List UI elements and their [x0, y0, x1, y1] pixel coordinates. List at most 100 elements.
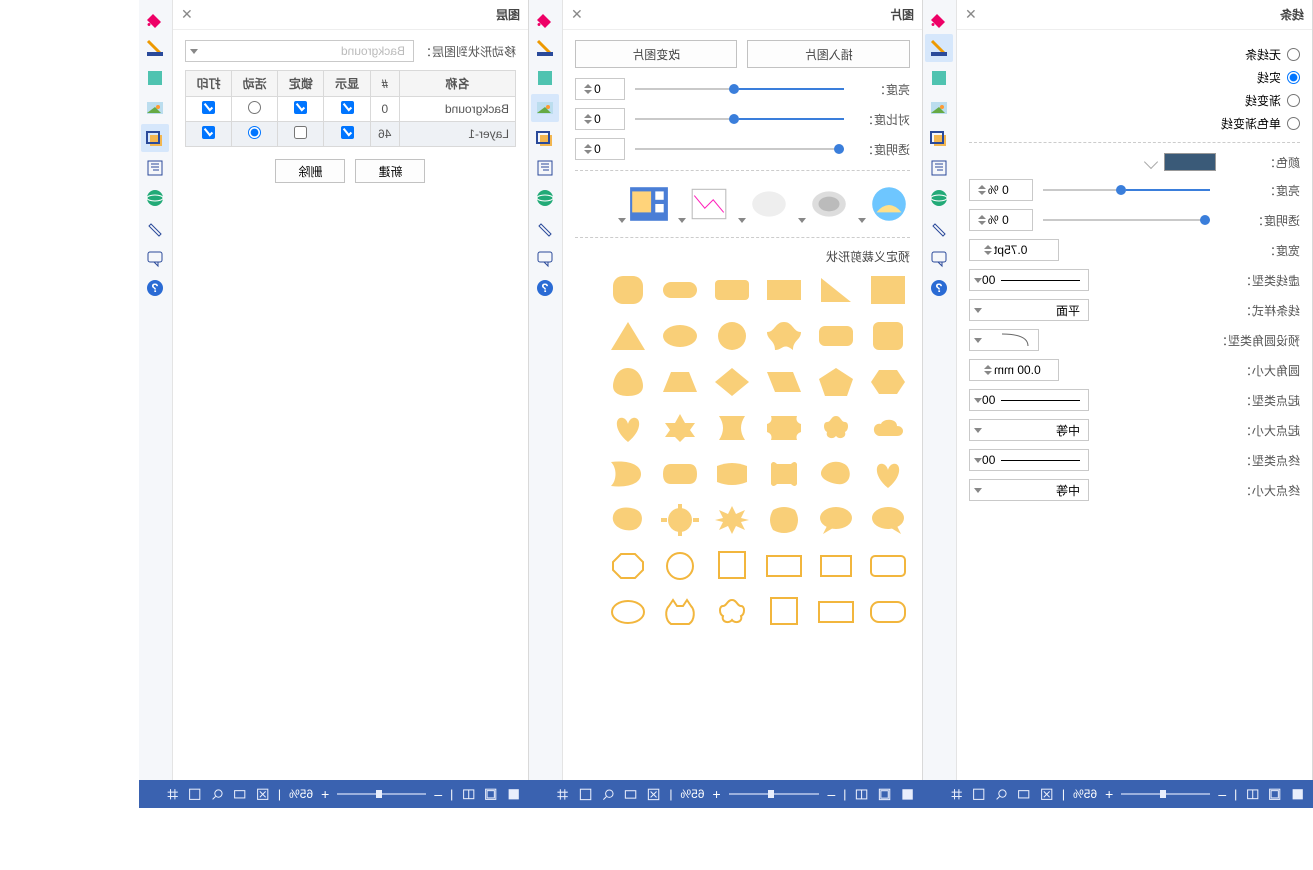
- line-style-combo[interactable]: 平面: [969, 299, 1089, 321]
- fit-width-icon[interactable]: [624, 785, 639, 803]
- grid-icon[interactable]: [949, 785, 964, 803]
- line-width-value[interactable]: [969, 239, 1059, 261]
- shape-label[interactable]: [710, 455, 754, 493]
- line-brightness-value[interactable]: [969, 179, 1033, 201]
- shape-outline-ellipse[interactable]: [606, 593, 650, 631]
- effect-thumb[interactable]: [808, 183, 850, 225]
- shape-quatrefoil[interactable]: [762, 317, 806, 355]
- shape-cloud[interactable]: [866, 409, 910, 447]
- shape-circle[interactable]: [710, 317, 754, 355]
- shape-gear[interactable]: [658, 501, 702, 539]
- effect-thumb[interactable]: [628, 183, 670, 225]
- shape-outline-badge[interactable]: [866, 593, 910, 631]
- shape-outline-flower[interactable]: [710, 593, 754, 631]
- shadow-icon[interactable]: [142, 64, 170, 92]
- line-icon[interactable]: [532, 34, 560, 62]
- plus[interactable]: +: [712, 786, 720, 802]
- shape-plaque[interactable]: [762, 409, 806, 447]
- pencil-icon[interactable]: [926, 214, 954, 242]
- line-color-swatch[interactable]: [1164, 153, 1216, 171]
- view-outline-icon[interactable]: [877, 785, 892, 803]
- layer-print-checkbox[interactable]: [202, 101, 215, 114]
- pencil-icon[interactable]: [142, 214, 170, 242]
- zoom-icon[interactable]: [994, 785, 1009, 803]
- shape-heart2[interactable]: [866, 455, 910, 493]
- layers-icon[interactable]: [532, 124, 560, 152]
- help-icon[interactable]: ?: [926, 274, 954, 302]
- view-reading-icon[interactable]: [1245, 785, 1260, 803]
- fill-icon[interactable]: [532, 4, 560, 32]
- view-reading-icon[interactable]: [461, 785, 476, 803]
- fit-page-icon[interactable]: [255, 785, 270, 803]
- view-reading-icon[interactable]: [854, 785, 869, 803]
- zoom-slider[interactable]: [1121, 793, 1210, 795]
- insert-image-button[interactable]: 插入图片: [748, 40, 911, 68]
- shape-outline-rect2[interactable]: [814, 547, 858, 585]
- fit-page-icon[interactable]: [646, 785, 661, 803]
- layer-show-checkbox[interactable]: [341, 126, 354, 139]
- shadow-icon[interactable]: [532, 64, 560, 92]
- shape-outline-rect[interactable]: [762, 547, 806, 585]
- close-icon[interactable]: ✕: [965, 6, 977, 23]
- layers-move-combo[interactable]: Background: [185, 40, 414, 62]
- shape-outline-sq2[interactable]: [762, 593, 806, 631]
- shape-outline-square[interactable]: [710, 547, 754, 585]
- shape-plaque2[interactable]: [762, 455, 806, 493]
- effect-thumb[interactable]: [868, 183, 910, 225]
- fill-icon[interactable]: [926, 4, 954, 32]
- layer-new-button[interactable]: 新建: [356, 159, 426, 183]
- line-roundsize-value[interactable]: [969, 359, 1059, 381]
- comment-icon[interactable]: [926, 244, 954, 272]
- shape-spool[interactable]: [710, 409, 754, 447]
- globe-icon[interactable]: [142, 184, 170, 212]
- fit-page-icon[interactable]: [1039, 785, 1054, 803]
- chevron-down-icon[interactable]: [1144, 155, 1158, 169]
- change-image-button[interactable]: 改变图片: [575, 40, 738, 68]
- globe-icon[interactable]: [926, 184, 954, 212]
- fill-icon[interactable]: [142, 4, 170, 32]
- image-brightness-value[interactable]: [575, 78, 625, 100]
- shape-pill[interactable]: [658, 271, 702, 309]
- text-icon[interactable]: [142, 154, 170, 182]
- table-row[interactable]: Layer-1 46: [186, 122, 516, 147]
- text-icon[interactable]: [926, 154, 954, 182]
- view-outline-icon[interactable]: [484, 785, 499, 803]
- shape-star6[interactable]: [658, 409, 702, 447]
- line-icon[interactable]: [926, 34, 954, 62]
- effect-thumb[interactable]: [748, 183, 790, 225]
- fullscreen-icon[interactable]: [972, 785, 987, 803]
- shape-roundrect2[interactable]: [814, 317, 858, 355]
- minus[interactable]: –: [828, 786, 836, 802]
- picture-icon[interactable]: [926, 94, 954, 122]
- line-dash-combo[interactable]: 00: [969, 269, 1089, 291]
- view-normal-icon[interactable]: [506, 785, 521, 803]
- shape-trapezoid[interactable]: [658, 363, 702, 401]
- zoom-slider[interactable]: [729, 793, 820, 795]
- layer-lock-checkbox[interactable]: [294, 101, 307, 114]
- resize-grip[interactable]: [931, 780, 941, 808]
- layer-show-checkbox[interactable]: [341, 101, 354, 114]
- comment-icon[interactable]: [532, 244, 560, 272]
- layer-print-checkbox[interactable]: [202, 126, 215, 139]
- shape-outline-octagon[interactable]: [606, 547, 650, 585]
- grid-icon[interactable]: [165, 785, 180, 803]
- shape-drop[interactable]: [606, 455, 650, 493]
- view-normal-icon[interactable]: [1290, 785, 1305, 803]
- shape-diamond[interactable]: [710, 363, 754, 401]
- shape-speech2[interactable]: [814, 501, 858, 539]
- picture-icon[interactable]: [142, 94, 170, 122]
- line-transparency-slider[interactable]: [1037, 219, 1216, 221]
- fit-width-icon[interactable]: [1017, 785, 1032, 803]
- help-icon[interactable]: ?: [532, 274, 560, 302]
- shape-heart[interactable]: [606, 409, 650, 447]
- shape-triangle-r[interactable]: [814, 271, 858, 309]
- radio-mono-gradient-line[interactable]: 单色渐变线: [969, 115, 1300, 132]
- line-transparency-value[interactable]: [969, 209, 1033, 231]
- zoom-value[interactable]: 65%: [289, 787, 313, 801]
- shape-outline-cat[interactable]: [658, 593, 702, 631]
- shape-plaque3[interactable]: [762, 501, 806, 539]
- shape-roundsq[interactable]: [606, 271, 650, 309]
- picture-icon[interactable]: [532, 94, 560, 122]
- image-contrast-slider[interactable]: [629, 118, 850, 120]
- shape-rect[interactable]: [762, 271, 806, 309]
